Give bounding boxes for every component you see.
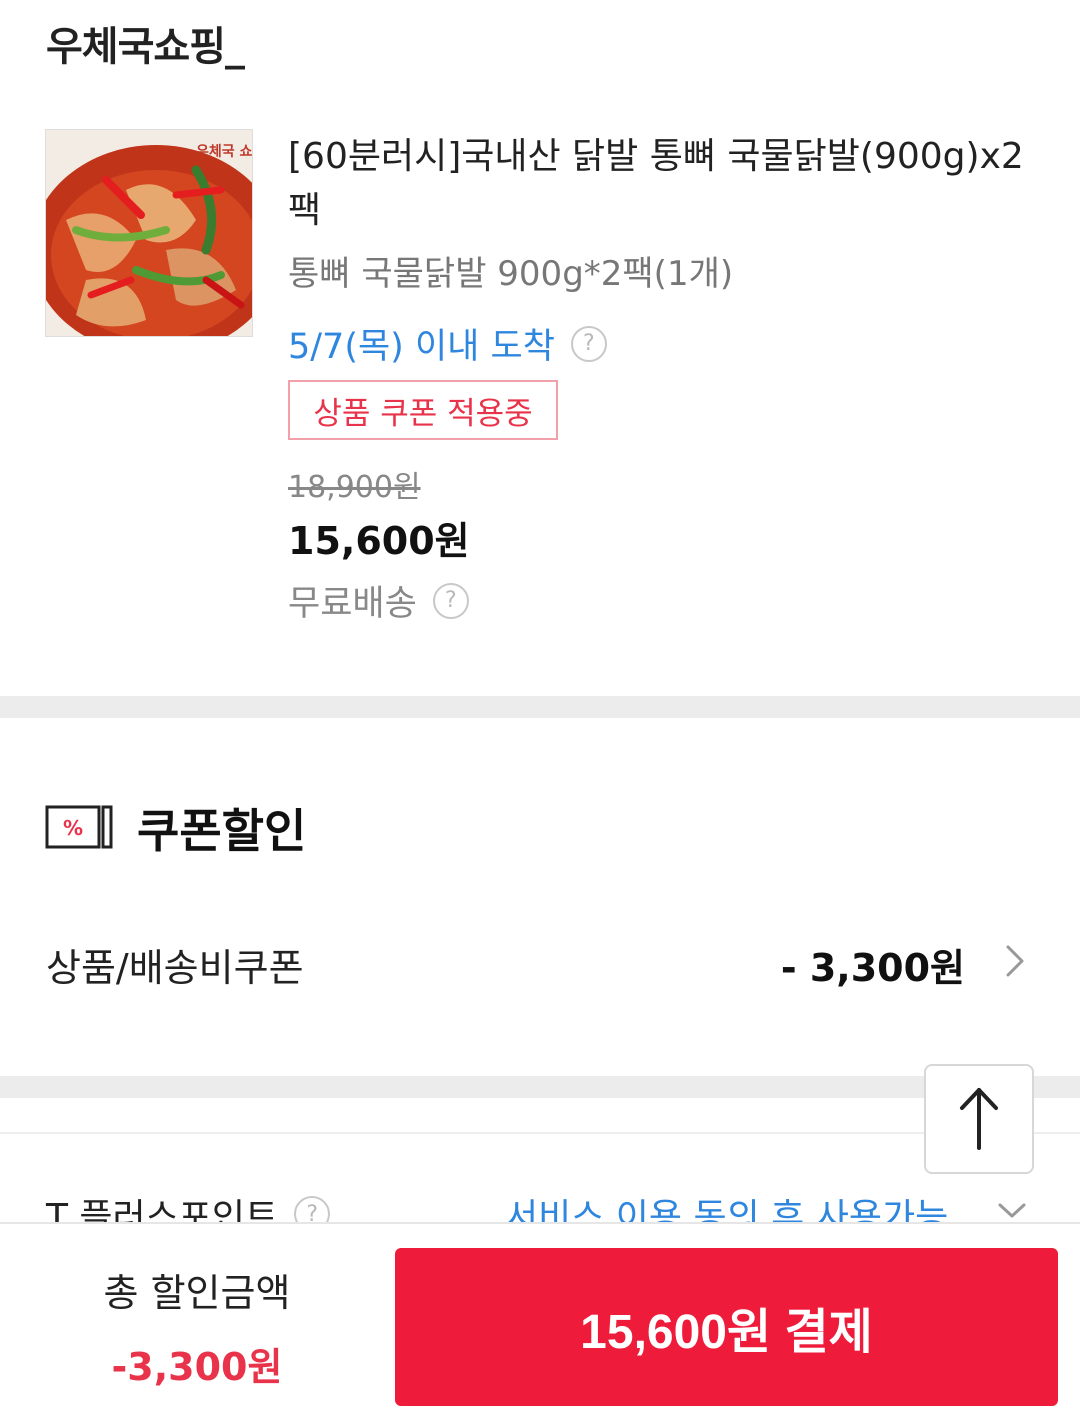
shipping-info: 무료배송 ? — [288, 575, 469, 626]
section-divider — [0, 696, 1080, 718]
thin-divider — [0, 1132, 1080, 1134]
sale-price: 15,600원 — [288, 519, 470, 563]
shipping-text: 무료배송 — [288, 584, 417, 624]
help-icon[interactable]: ? — [432, 582, 469, 619]
product-image: 우체국 쇼핑 — [46, 130, 253, 336]
help-icon[interactable]: ? — [570, 325, 607, 362]
scroll-to-top-button[interactable] — [924, 1064, 1034, 1174]
section-divider — [0, 1076, 1080, 1098]
coupon-applied-badge: 상품 쿠폰 적용중 — [288, 380, 558, 440]
thumbnail-brand-text: 우체국 쇼핑 — [196, 143, 253, 160]
chevron-down-icon[interactable] — [996, 1200, 1028, 1222]
delivery-estimate: 5/7(목) 이내 도착 ? — [288, 318, 607, 369]
total-discount-value: -3,300원 — [111, 1345, 283, 1389]
product-shipping-coupon-label[interactable]: 상품/배송비쿠폰 — [46, 937, 304, 992]
delivery-text: 5/7(목) 이내 도착 — [288, 327, 555, 367]
coupon-icon: % — [45, 805, 113, 849]
product-title[interactable]: [60분러시]국내산 닭발 통뼈 국물닭발(900g)x2팩 — [288, 130, 1028, 238]
total-discount-label: 총 할인금액 — [103, 1271, 291, 1315]
arrow-up-icon — [960, 1088, 998, 1150]
coupon-icon-text: % — [63, 816, 83, 840]
coupon-section-heading: % 쿠폰할인 — [45, 795, 306, 861]
product-thumbnail[interactable]: 우체국 쇼핑 — [45, 129, 253, 337]
store-name: 우체국쇼핑_ — [46, 24, 245, 70]
chevron-right-icon[interactable] — [1000, 944, 1030, 978]
checkout-bar: 총 할인금액 -3,300원 15,600원 결제 — [0, 1222, 1080, 1416]
coupon-discount-value[interactable]: - 3,300원 — [781, 937, 965, 992]
coupon-heading-label: 쿠폰할인 — [137, 804, 307, 858]
original-price: 18,900원 — [288, 470, 421, 505]
product-option: 통뼈 국물닭발 900g*2팩(1개) — [288, 254, 734, 294]
pay-button[interactable]: 15,600원 결제 — [395, 1248, 1058, 1406]
